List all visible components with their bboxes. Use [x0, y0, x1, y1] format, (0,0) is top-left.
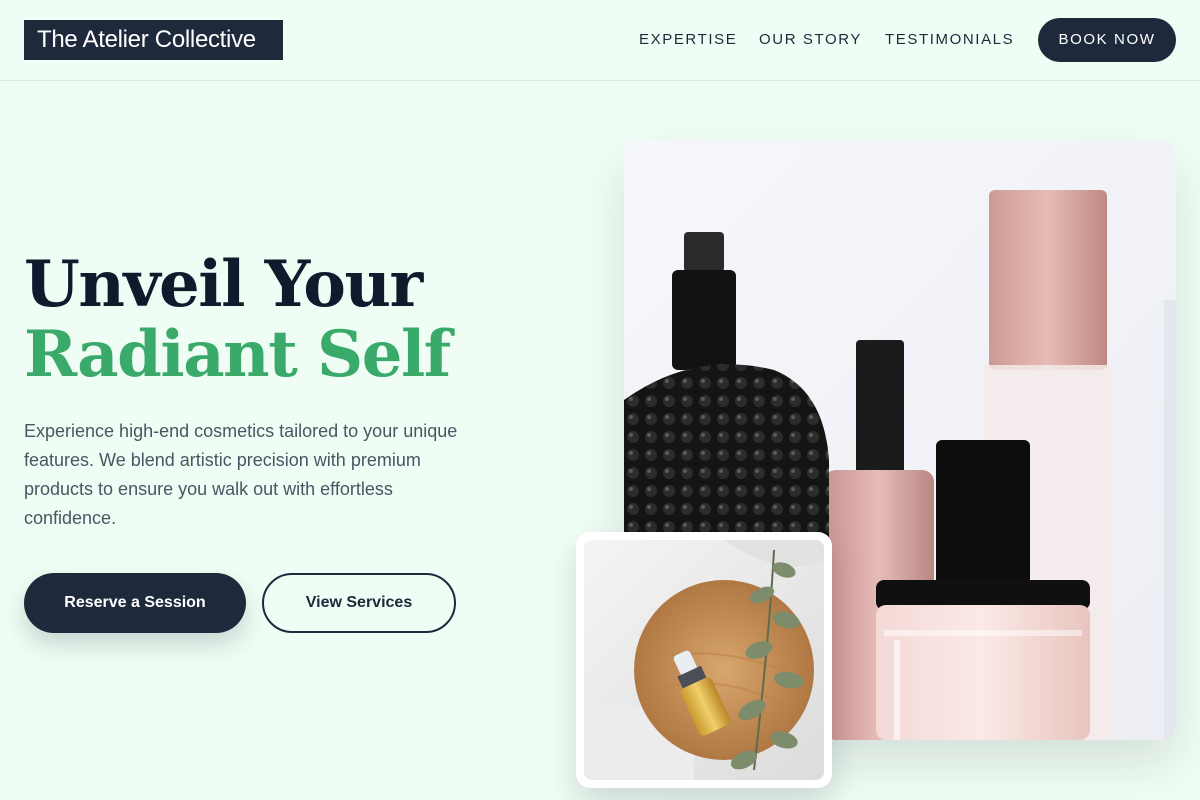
nav-link-our-story[interactable]: OUR STORY: [759, 31, 862, 49]
nav-link-expertise[interactable]: EXPERTISE: [639, 31, 737, 49]
hero-headline: Unveil Your Radiant Self: [24, 247, 451, 392]
site-header: The Atelier Collective EXPERTISE OUR STO…: [0, 0, 1200, 81]
reserve-session-button[interactable]: Reserve a Session: [24, 573, 246, 633]
serum-bottle-image: [584, 540, 824, 780]
view-services-button[interactable]: View Services: [262, 573, 456, 633]
hero-description: Experience high-end cosmetics tailored t…: [24, 421, 458, 528]
brand-logo[interactable]: The Atelier Collective: [24, 20, 283, 60]
headline-line-2: Radiant Self: [24, 317, 451, 392]
nav-link-testimonials[interactable]: TESTIMONIALS: [885, 31, 1014, 49]
headline-line-1: Unveil Your: [24, 247, 423, 322]
serum-detail-card: [576, 532, 832, 788]
book-now-button[interactable]: BOOK NOW: [1038, 18, 1176, 62]
